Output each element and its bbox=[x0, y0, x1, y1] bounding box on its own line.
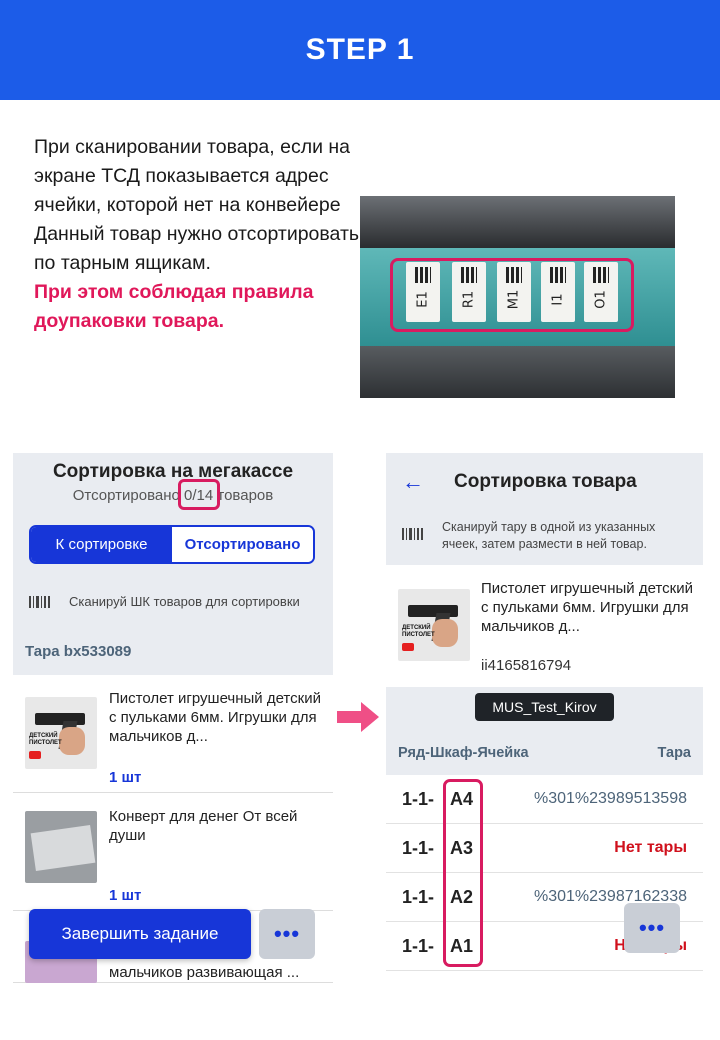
tab-sorted[interactable]: Отсортировано bbox=[172, 527, 313, 562]
barcode-icon bbox=[29, 593, 51, 611]
list-item[interactable]: ДЕТСКИЙ ПИСТОЛЕТ Пистолет игрушечный дет… bbox=[13, 675, 333, 793]
scan-hint: Сканируй тару в одной из указанных ячеек… bbox=[386, 511, 703, 565]
table-row[interactable]: 1-1- A3 Нет тары bbox=[386, 824, 703, 873]
product-name: мальчиков развивающая ... bbox=[109, 964, 300, 981]
warehouse-chip: MUS_Test_Kirov bbox=[475, 693, 614, 721]
list-item[interactable]: Конверт для денег От всей души 1 шт bbox=[13, 793, 333, 911]
finish-task-button[interactable]: Завершить задание bbox=[29, 909, 251, 959]
scan-hint-text: Сканируй ШК товаров для сортировки bbox=[69, 594, 300, 609]
intro-line-1: При сканировании товара, если на экране … bbox=[34, 136, 350, 216]
product-id: ii4165816794 bbox=[481, 657, 572, 674]
tara-label: Тара bx533089 bbox=[25, 643, 132, 660]
barcode-icon bbox=[402, 525, 424, 543]
product-card: ДЕТСКИЙ ПИСТОЛЕТ Пистолет игрушечный дет… bbox=[386, 565, 703, 687]
tab-to-sort[interactable]: К сортировке bbox=[31, 527, 172, 562]
more-button[interactable]: ••• bbox=[624, 903, 680, 953]
megakassa-header: Сортировка на мегакассе Отсортировано 0/… bbox=[13, 453, 333, 513]
scan-hint: Сканируй ШК товаров для сортировки bbox=[13, 575, 333, 625]
conveyor-rail bbox=[360, 346, 675, 398]
product-name: Пистолет игрушечный детский с пульками 6… bbox=[481, 580, 693, 635]
slide: STEP 1 При сканировании товара, если на … bbox=[0, 0, 720, 1040]
intro-warning: При этом соблюдая правила доупаковки тов… bbox=[34, 281, 314, 332]
cell-codes-highlight bbox=[443, 779, 483, 967]
cell-prefix: 1-1- bbox=[402, 789, 435, 809]
back-arrow-icon[interactable]: ← bbox=[402, 469, 424, 495]
photo-top bbox=[360, 196, 675, 248]
cell-prefix: 1-1- bbox=[402, 838, 435, 858]
megakassa-screen: Сортировка на мегакассе Отсортировано 0/… bbox=[13, 453, 333, 983]
table-row[interactable]: 1-1- A4 %301%23989513598 bbox=[386, 775, 703, 824]
sort-item-header: ← Сортировка товара bbox=[386, 453, 703, 511]
sorted-counter: Отсортировано 0/14 товаров bbox=[72, 487, 274, 504]
cell-tara: %301%23989513598 bbox=[533, 790, 687, 807]
intro-line-2: Данный товар нужно отсортировать по тарн… bbox=[34, 223, 360, 274]
cell-tara: Нет тары bbox=[614, 839, 687, 856]
count-highlight bbox=[178, 479, 220, 510]
cell-prefix: 1-1- bbox=[402, 936, 435, 956]
youtube-icon bbox=[29, 751, 41, 759]
product-qty: 1 шт bbox=[109, 887, 142, 904]
product-name: Пистолет игрушечный детский с пульками 6… bbox=[109, 690, 321, 745]
column-tara: Тара bbox=[657, 745, 691, 761]
cell-prefix: 1-1- bbox=[402, 887, 435, 907]
table-header: Ряд-Шкаф-Ячейка Тара bbox=[386, 731, 703, 775]
product-image: ДЕТСКИЙ ПИСТОЛЕТ bbox=[398, 589, 470, 661]
scan-hint-text: Сканируй тару в одной из указанных ячеек… bbox=[442, 520, 656, 551]
product-image: ДЕТСКИЙ ПИСТОЛЕТ bbox=[25, 697, 97, 769]
labels-highlight bbox=[390, 258, 634, 332]
product-qty: 1 шт bbox=[109, 769, 142, 786]
page-title: Сортировка товара bbox=[454, 471, 637, 492]
intro-text: При сканировании товара, если на экране … bbox=[34, 133, 364, 336]
column-cell: Ряд-Шкаф-Ячейка bbox=[398, 745, 529, 761]
tab-bar: К сортировке Отсортировано bbox=[29, 525, 315, 564]
banner-title: STEP 1 bbox=[305, 33, 415, 66]
more-button[interactable]: ••• bbox=[259, 909, 315, 959]
step-banner: STEP 1 bbox=[0, 0, 720, 100]
product-image bbox=[25, 811, 97, 883]
arrow-right-icon bbox=[337, 702, 379, 732]
sort-item-screen: ← Сортировка товара Сканируй тару в одно… bbox=[386, 453, 703, 983]
product-name: Конверт для денег От всей души bbox=[109, 808, 298, 844]
youtube-icon bbox=[402, 643, 414, 651]
conveyor-photo: E1 R1 M1 I1 O1 bbox=[360, 196, 675, 398]
page-title: Сортировка на мегакассе bbox=[52, 461, 294, 482]
